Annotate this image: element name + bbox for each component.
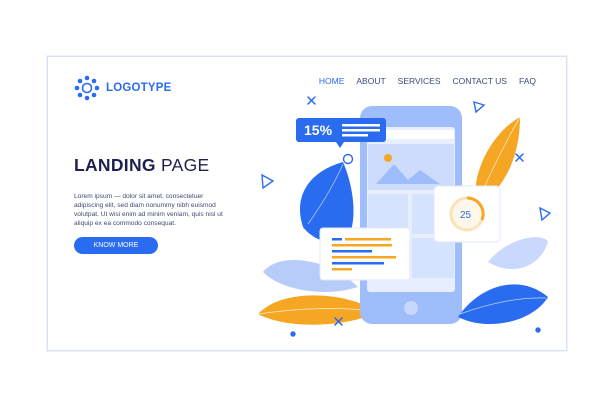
hero-description: Lorem ipsum — dolor sit amet, consectetu…	[74, 192, 223, 228]
landing-page-card: LOGOTYPE HOME ABOUT SERVICES CONTACT US …	[47, 56, 567, 351]
nav-contact[interactable]: CONTACT US	[453, 76, 507, 86]
nav-home[interactable]: HOME	[319, 76, 345, 86]
logo-text: LOGOTYPE	[106, 82, 172, 94]
logo[interactable]: LOGOTYPE	[74, 75, 172, 101]
discount-badge-text: 15%	[304, 122, 333, 138]
hero-illustration: 15% 25	[257, 96, 552, 337]
logo-mark-icon	[74, 75, 100, 101]
nav-faq[interactable]: FAQ	[519, 76, 536, 86]
dark-blue-leaf-right	[458, 284, 548, 325]
counter-card-value: 25	[460, 210, 472, 221]
nav-about[interactable]: ABOUT	[356, 76, 385, 86]
text-lines-card	[319, 227, 411, 281]
nav-services[interactable]: SERVICES	[398, 76, 441, 86]
title-light: PAGE	[155, 155, 210, 175]
title-bold: LANDING	[74, 155, 156, 175]
page-title: LANDING PAGE	[74, 155, 210, 176]
home-button-icon	[404, 301, 418, 315]
top-nav: HOME ABOUT SERVICES CONTACT US FAQ	[319, 76, 536, 86]
counter-card: 25	[433, 185, 501, 243]
know-more-button[interactable]: KNOW MORE	[74, 237, 158, 254]
